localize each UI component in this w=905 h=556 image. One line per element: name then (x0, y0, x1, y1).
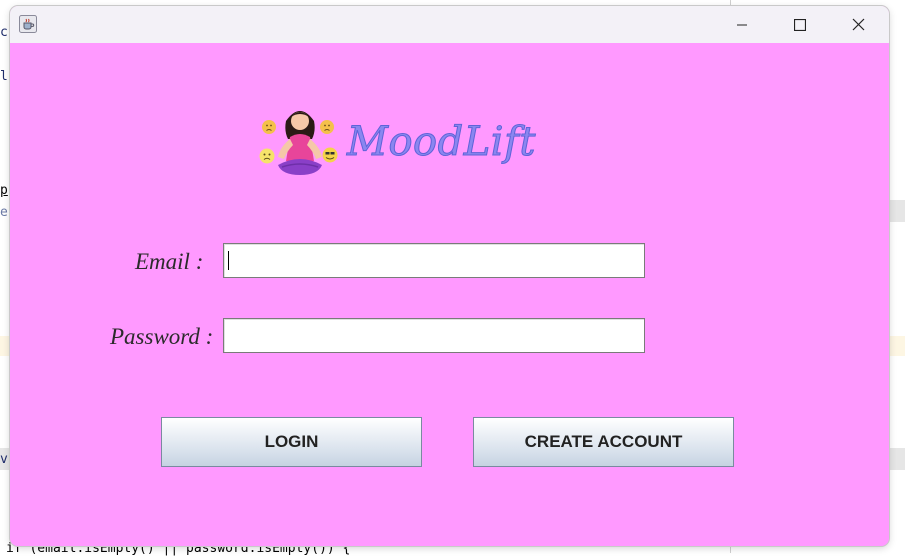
title-bar[interactable] (10, 6, 889, 43)
code-fragment: v (0, 452, 8, 467)
password-field[interactable] (224, 319, 644, 352)
app-logo-text: MoodLift (347, 119, 536, 166)
code-fragment: p (0, 183, 8, 198)
code-fragment: e (0, 205, 8, 220)
email-label: Email : (135, 249, 204, 274)
create-account-button[interactable]: CREATE ACCOUNT (473, 417, 734, 467)
code-fragment: l (0, 69, 8, 84)
login-button[interactable]: LOGIN (161, 417, 422, 467)
password-label: Password : (110, 324, 214, 349)
close-button[interactable] (829, 6, 887, 43)
editor-highlight-band-left (0, 336, 10, 356)
code-fragment: c (0, 25, 8, 40)
email-field[interactable] (224, 244, 644, 277)
maximize-button[interactable] (771, 6, 829, 43)
moodlift-login-window: MoodLift Email : Password : LOGIN CREATE… (10, 6, 889, 546)
email-field-container[interactable] (223, 243, 645, 278)
editor-highlight-band (889, 200, 905, 222)
editor-gray-band-right (889, 448, 905, 470)
maximize-icon (794, 18, 806, 31)
java-coffee-icon[interactable] (19, 15, 37, 33)
login-panel: MoodLift Email : Password : LOGIN CREATE… (10, 43, 889, 546)
minimize-icon (737, 24, 747, 25)
minimize-button[interactable] (713, 6, 771, 43)
close-icon (852, 18, 864, 31)
meditating-girl-logo-icon (259, 111, 338, 175)
password-field-container[interactable] (223, 318, 645, 353)
editor-highlight-band-right (889, 336, 905, 356)
text-caret (228, 251, 229, 270)
